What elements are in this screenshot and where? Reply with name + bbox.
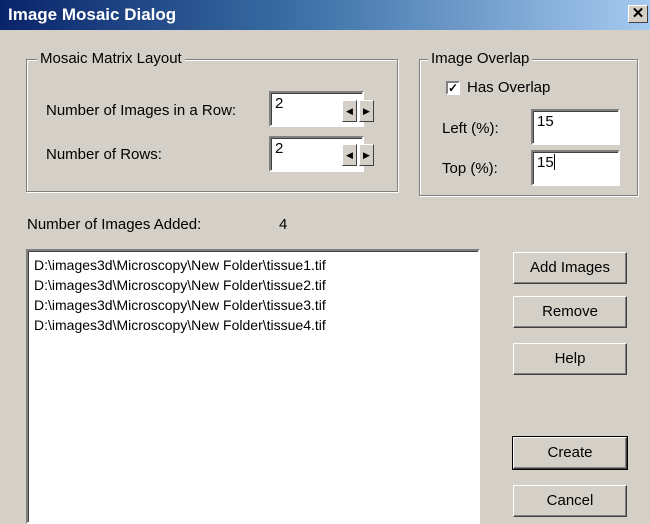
list-item[interactable]: D:\images3d\Microscopy\New Folder\tissue… [34, 295, 472, 315]
rows-decrement[interactable]: ◀ [342, 144, 357, 166]
top-percent-input[interactable]: 15 [531, 150, 620, 186]
images-added-label: Number of Images Added: [27, 216, 202, 233]
spin-right-icon: ▶ [363, 106, 370, 116]
spin-left-icon: ◀ [346, 106, 353, 116]
spin-right-icon: ▶ [363, 150, 370, 160]
close-icon: ✕ [631, 5, 645, 22]
top-percent-value: 15 [537, 154, 554, 171]
images-per-row-decrement[interactable]: ◀ [342, 100, 357, 122]
help-button[interactable]: Help [513, 343, 627, 375]
top-percent-label: Top (%): [442, 160, 498, 177]
dialog-title: Image Mosaic Dialog [8, 5, 177, 24]
left-percent-input[interactable]: 15 [531, 109, 620, 145]
mosaic-matrix-layout-group: Mosaic Matrix Layout Number of Images in… [26, 50, 398, 192]
list-item[interactable]: D:\images3d\Microscopy\New Folder\tissue… [34, 275, 472, 295]
has-overlap-label: Has Overlap [467, 79, 551, 96]
image-overlap-legend: Image Overlap [428, 50, 533, 67]
rows-label: Number of Rows: [46, 146, 162, 163]
add-images-button[interactable]: Add Images [513, 252, 627, 284]
check-icon: ✓ [448, 81, 459, 95]
left-percent-label: Left (%): [442, 120, 499, 137]
images-per-row-label: Number of Images in a Row: [46, 102, 237, 119]
has-overlap-checkbox[interactable]: ✓ [446, 81, 460, 95]
close-button[interactable]: ✕ [628, 5, 648, 23]
spin-left-icon: ◀ [346, 150, 353, 160]
mosaic-matrix-layout-legend: Mosaic Matrix Layout [37, 50, 185, 67]
title-bar: Image Mosaic Dialog ✕ [0, 0, 650, 30]
rows-increment[interactable]: ▶ [359, 144, 374, 166]
image-overlap-group: Image Overlap ✓ Has Overlap Left (%): 15… [419, 50, 638, 196]
list-item[interactable]: D:\images3d\Microscopy\New Folder\tissue… [34, 315, 472, 335]
images-per-row-increment[interactable]: ▶ [359, 100, 374, 122]
remove-button[interactable]: Remove [513, 296, 627, 328]
create-button[interactable]: Create [512, 436, 628, 470]
cancel-button[interactable]: Cancel [513, 485, 627, 517]
images-added-count: 4 [279, 216, 288, 233]
image-file-list[interactable]: D:\images3d\Microscopy\New Folder\tissue… [26, 249, 480, 524]
list-item[interactable]: D:\images3d\Microscopy\New Folder\tissue… [34, 255, 472, 275]
text-cursor [553, 154, 555, 170]
